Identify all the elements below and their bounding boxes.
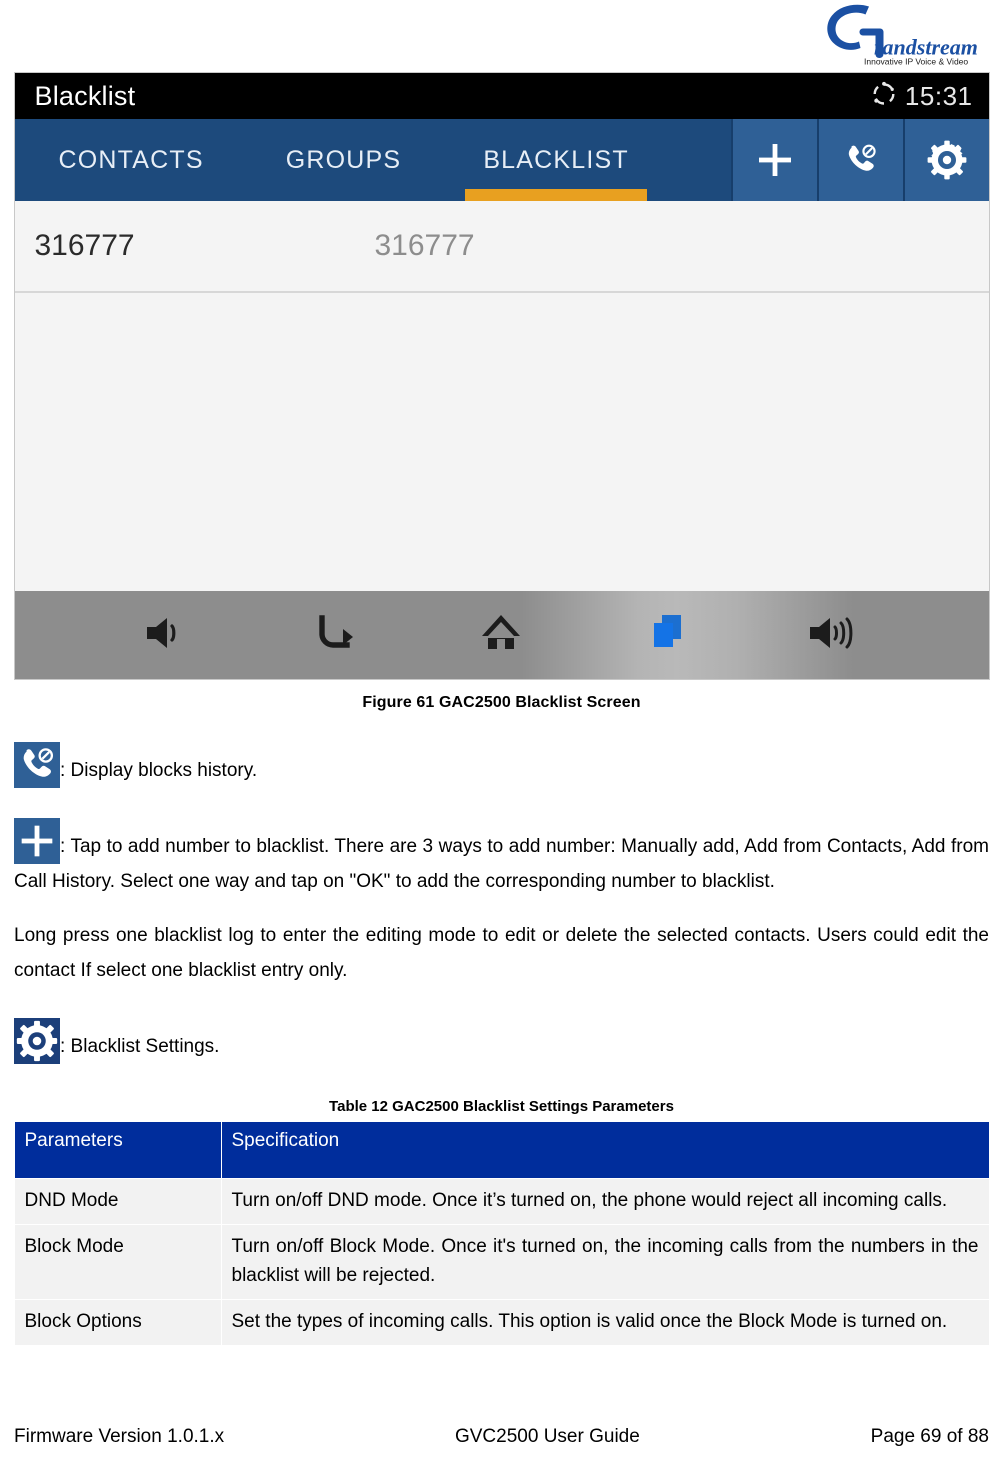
device-screenshot: Blacklist 15:31 CONTACTS GROUPS BLACKLIS… bbox=[13, 72, 990, 680]
page-footer: Firmware Version 1.0.1.x GVC2500 User Gu… bbox=[14, 1426, 989, 1448]
volume-up-icon bbox=[805, 610, 865, 661]
footer-document-title: GVC2500 User Guide bbox=[454, 1426, 640, 1447]
volume-down-icon bbox=[141, 610, 195, 661]
page-header: randstream Innovative IP Voice & Video bbox=[0, 0, 1003, 72]
column-header-specification: Specification bbox=[220, 1121, 990, 1179]
blacklist-entry-name: 316777 bbox=[34, 229, 135, 262]
back-button[interactable] bbox=[275, 610, 395, 661]
tab-blacklist[interactable]: BLACKLIST bbox=[465, 119, 647, 201]
svg-text:randstream: randstream bbox=[874, 35, 978, 60]
blocked-history-description: : Display blocks history. bbox=[14, 742, 989, 788]
tab-bar: CONTACTS GROUPS BLACKLIST bbox=[14, 119, 989, 201]
tab-action-bar bbox=[730, 119, 989, 201]
parameter-name: Block Mode bbox=[13, 1224, 222, 1300]
settings-description: : Blacklist Settings. bbox=[14, 1018, 989, 1064]
parameter-specification: Turn on/off DND mode. Once it’s turned o… bbox=[220, 1178, 990, 1225]
sync-circle-icon bbox=[871, 81, 897, 112]
long-press-description: Long press one blacklist log to enter th… bbox=[14, 925, 989, 981]
document-body: : Display blocks history. : Tap to add n… bbox=[0, 742, 1003, 1064]
tab-groups-label: GROUPS bbox=[285, 145, 402, 174]
blocked-call-icon bbox=[14, 742, 60, 788]
tab-blacklist-label: BLACKLIST bbox=[483, 145, 629, 174]
status-bar: Blacklist 15:31 bbox=[14, 73, 989, 119]
grandstream-logo: randstream Innovative IP Voice & Video bbox=[815, 2, 985, 68]
plus-icon bbox=[754, 139, 796, 181]
parameter-specification: Set the types of incoming calls. This op… bbox=[220, 1299, 990, 1346]
gear-icon bbox=[14, 1018, 60, 1064]
blocked-call-icon bbox=[840, 139, 882, 181]
table-row: DND Mode Turn on/off DND mode. Once it’s… bbox=[13, 1178, 990, 1225]
screen-title: Blacklist bbox=[34, 80, 136, 111]
footer-firmware-version: Firmware Version 1.0.1.x bbox=[14, 1426, 225, 1447]
blocked-history-text: : Display blocks history. bbox=[60, 760, 258, 781]
list-item[interactable]: 316777 316777 bbox=[14, 201, 989, 293]
blacklist-settings-table: Parameters Specification DND Mode Turn o… bbox=[13, 1121, 990, 1346]
android-nav-bar bbox=[14, 591, 989, 679]
tab-groups[interactable]: GROUPS bbox=[268, 119, 420, 201]
table-row: Block Mode Turn on/off Block Mode. Once … bbox=[13, 1224, 990, 1300]
svg-text:Innovative IP Voice & Video: Innovative IP Voice & Video bbox=[864, 57, 968, 67]
volume-down-button[interactable] bbox=[108, 610, 228, 661]
home-button[interactable] bbox=[441, 610, 561, 661]
back-arrow-icon bbox=[308, 610, 362, 661]
footer-page-number: Page 69 of 88 bbox=[870, 1426, 989, 1447]
add-number-description: : Tap to add number to blacklist. There … bbox=[14, 818, 989, 899]
column-header-parameters: Parameters bbox=[13, 1121, 222, 1179]
recent-apps-button[interactable] bbox=[608, 610, 728, 661]
figure-caption: Figure 61 GAC2500 Blacklist Screen bbox=[362, 694, 641, 711]
gear-icon bbox=[926, 139, 968, 181]
parameter-specification: Turn on/off Block Mode. Once it's turned… bbox=[220, 1224, 990, 1300]
status-bar-right: 15:31 bbox=[871, 81, 973, 112]
table-header-row: Parameters Specification bbox=[13, 1121, 990, 1179]
blacklist-entry-number: 316777 bbox=[374, 229, 475, 262]
tab-contacts[interactable]: CONTACTS bbox=[41, 119, 222, 201]
volume-up-button[interactable] bbox=[775, 610, 895, 661]
home-icon bbox=[474, 610, 528, 661]
add-blacklist-button[interactable] bbox=[730, 119, 817, 201]
tab-contacts-label: CONTACTS bbox=[58, 145, 204, 174]
blacklist-list: 316777 316777 bbox=[14, 201, 989, 591]
blacklist-settings-button[interactable] bbox=[902, 119, 989, 201]
recent-apps-icon bbox=[641, 610, 695, 661]
tab-list: CONTACTS GROUPS BLACKLIST bbox=[15, 119, 731, 201]
parameter-name: DND Mode bbox=[13, 1178, 222, 1225]
add-number-text: : Tap to add number to blacklist. There … bbox=[14, 836, 989, 892]
table-caption: Table 12 GAC2500 Blacklist Settings Para… bbox=[329, 1098, 674, 1115]
table-row: Block Options Set the types of incoming … bbox=[13, 1299, 990, 1346]
plus-icon bbox=[14, 818, 60, 864]
blocked-calls-history-button[interactable] bbox=[816, 119, 903, 201]
settings-text: : Blacklist Settings. bbox=[60, 1036, 220, 1057]
parameter-name: Block Options bbox=[13, 1299, 222, 1346]
status-clock: 15:31 bbox=[904, 80, 973, 111]
